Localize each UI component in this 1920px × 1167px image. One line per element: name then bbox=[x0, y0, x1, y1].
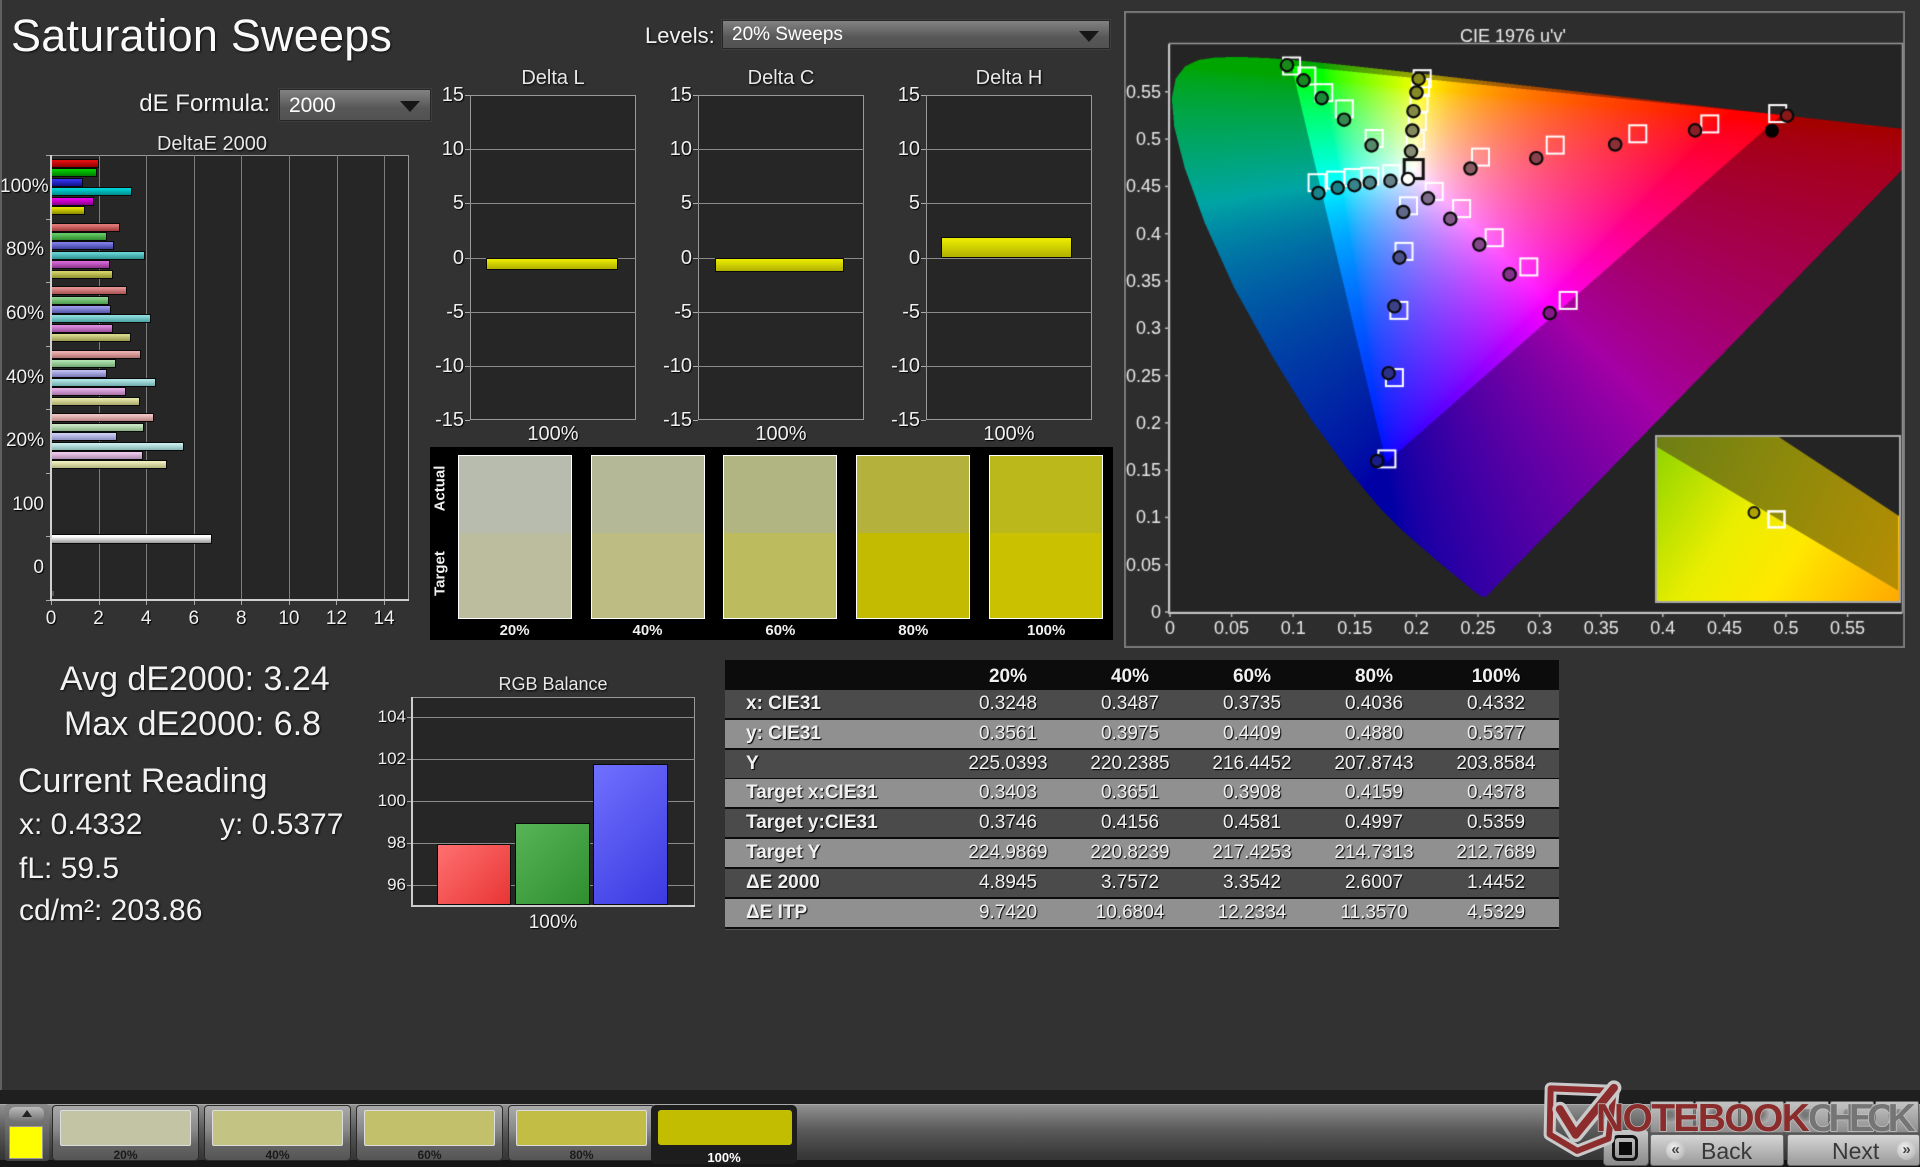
svg-text:NOTEBOOK: NOTEBOOK bbox=[1596, 1097, 1810, 1140]
svg-text:CHECK: CHECK bbox=[1808, 1097, 1916, 1140]
